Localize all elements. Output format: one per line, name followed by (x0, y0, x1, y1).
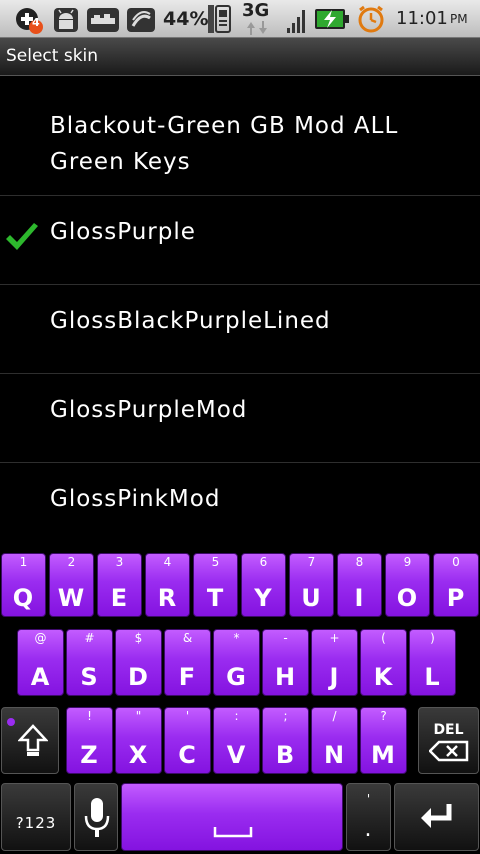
skin-item-glossblackpurplelined[interactable]: GlossBlackPurpleLined (0, 285, 480, 374)
shift-indicator-icon (6, 712, 16, 731)
battery-percent: 44% (163, 8, 209, 30)
space-key[interactable] (121, 783, 343, 851)
keyboard: 1 Q 2 W 3 E 4 R 5 T 6 Y 7 U 8 I 9 O 0 P … (0, 550, 480, 854)
skin-label: GlossPurple (50, 219, 196, 245)
key-z[interactable]: ! Z (66, 707, 113, 774)
notification-badge: 4 (32, 16, 40, 29)
skin-label: Blackout-Green GB Mod ALL Green Keys (50, 113, 399, 175)
period-key[interactable]: ' . (346, 783, 391, 851)
android-debug-icon (52, 6, 80, 38)
key-n[interactable]: / N (311, 707, 358, 774)
shift-key[interactable] (1, 707, 59, 774)
key-v[interactable]: : V (213, 707, 260, 774)
symbols-key[interactable]: ?123 (1, 783, 71, 851)
clock-ampm: PM (450, 12, 468, 26)
title-bar: Select skin (0, 38, 480, 76)
alarm-icon (356, 4, 386, 38)
skin-item-glosspurplemod[interactable]: GlossPurpleMod (0, 374, 480, 463)
signal-icon (286, 8, 306, 38)
key-k[interactable]: ( K (360, 629, 407, 696)
usb-icon (86, 6, 120, 38)
skin-label: GlossBlackPurpleLined (50, 308, 331, 334)
key-m[interactable]: ? M (360, 707, 407, 774)
key-c[interactable]: ' C (164, 707, 211, 774)
key-u[interactable]: 7 U (289, 553, 334, 617)
delete-icon (428, 740, 469, 766)
skin-item-glosspurple[interactable]: GlossPurple (0, 196, 480, 285)
key-q[interactable]: 1 Q (1, 553, 46, 617)
key-s[interactable]: # S (66, 629, 113, 696)
status-bar: 4 44% 3G 11:01 PM (0, 0, 480, 38)
key-f[interactable]: & F (164, 629, 211, 696)
data-activity-icon (246, 20, 268, 40)
clock-time: 11:01 (396, 8, 448, 29)
key-a[interactable]: @ A (17, 629, 64, 696)
key-p[interactable]: 0 P (433, 553, 479, 617)
key-j[interactable]: + J (311, 629, 358, 696)
sync-icon (126, 6, 156, 38)
key-l[interactable]: ) L (409, 629, 456, 696)
page-title: Select skin (6, 46, 99, 66)
key-o[interactable]: 9 O (385, 553, 430, 617)
skin-label: GlossPinkMod (50, 486, 221, 512)
key-g[interactable]: * G (213, 629, 260, 696)
key-e[interactable]: 3 E (97, 553, 142, 617)
skin-label: GlossPurpleMod (50, 397, 248, 423)
key-t[interactable]: 5 T (193, 553, 238, 617)
network-type: 3G (242, 0, 270, 21)
microphone-key[interactable] (74, 783, 118, 851)
shift-icon (17, 724, 49, 762)
key-w[interactable]: 2 W (49, 553, 94, 617)
skin-item-blackout-green[interactable]: Blackout-Green GB Mod ALL Green Keys (0, 76, 480, 196)
enter-icon (419, 802, 455, 838)
skin-item-glosspinkmod[interactable]: GlossPinkMod (0, 463, 480, 550)
microphone-icon (83, 796, 111, 844)
space-bar-icon (213, 824, 253, 843)
enter-key[interactable] (394, 783, 479, 851)
key-h[interactable]: - H (262, 629, 309, 696)
key-y[interactable]: 6 Y (241, 553, 286, 617)
key-b[interactable]: ; B (262, 707, 309, 774)
delete-key[interactable]: DEL (418, 707, 479, 774)
skin-list[interactable]: Blackout-Green GB Mod ALL Green Keys Glo… (0, 76, 480, 550)
sim-icon (206, 4, 232, 38)
checkmark-icon (4, 222, 40, 258)
battery-charging-icon (314, 8, 350, 34)
key-r[interactable]: 4 R (145, 553, 190, 617)
key-x[interactable]: " X (115, 707, 162, 774)
key-d[interactable]: $ D (115, 629, 162, 696)
key-i[interactable]: 8 I (337, 553, 382, 617)
